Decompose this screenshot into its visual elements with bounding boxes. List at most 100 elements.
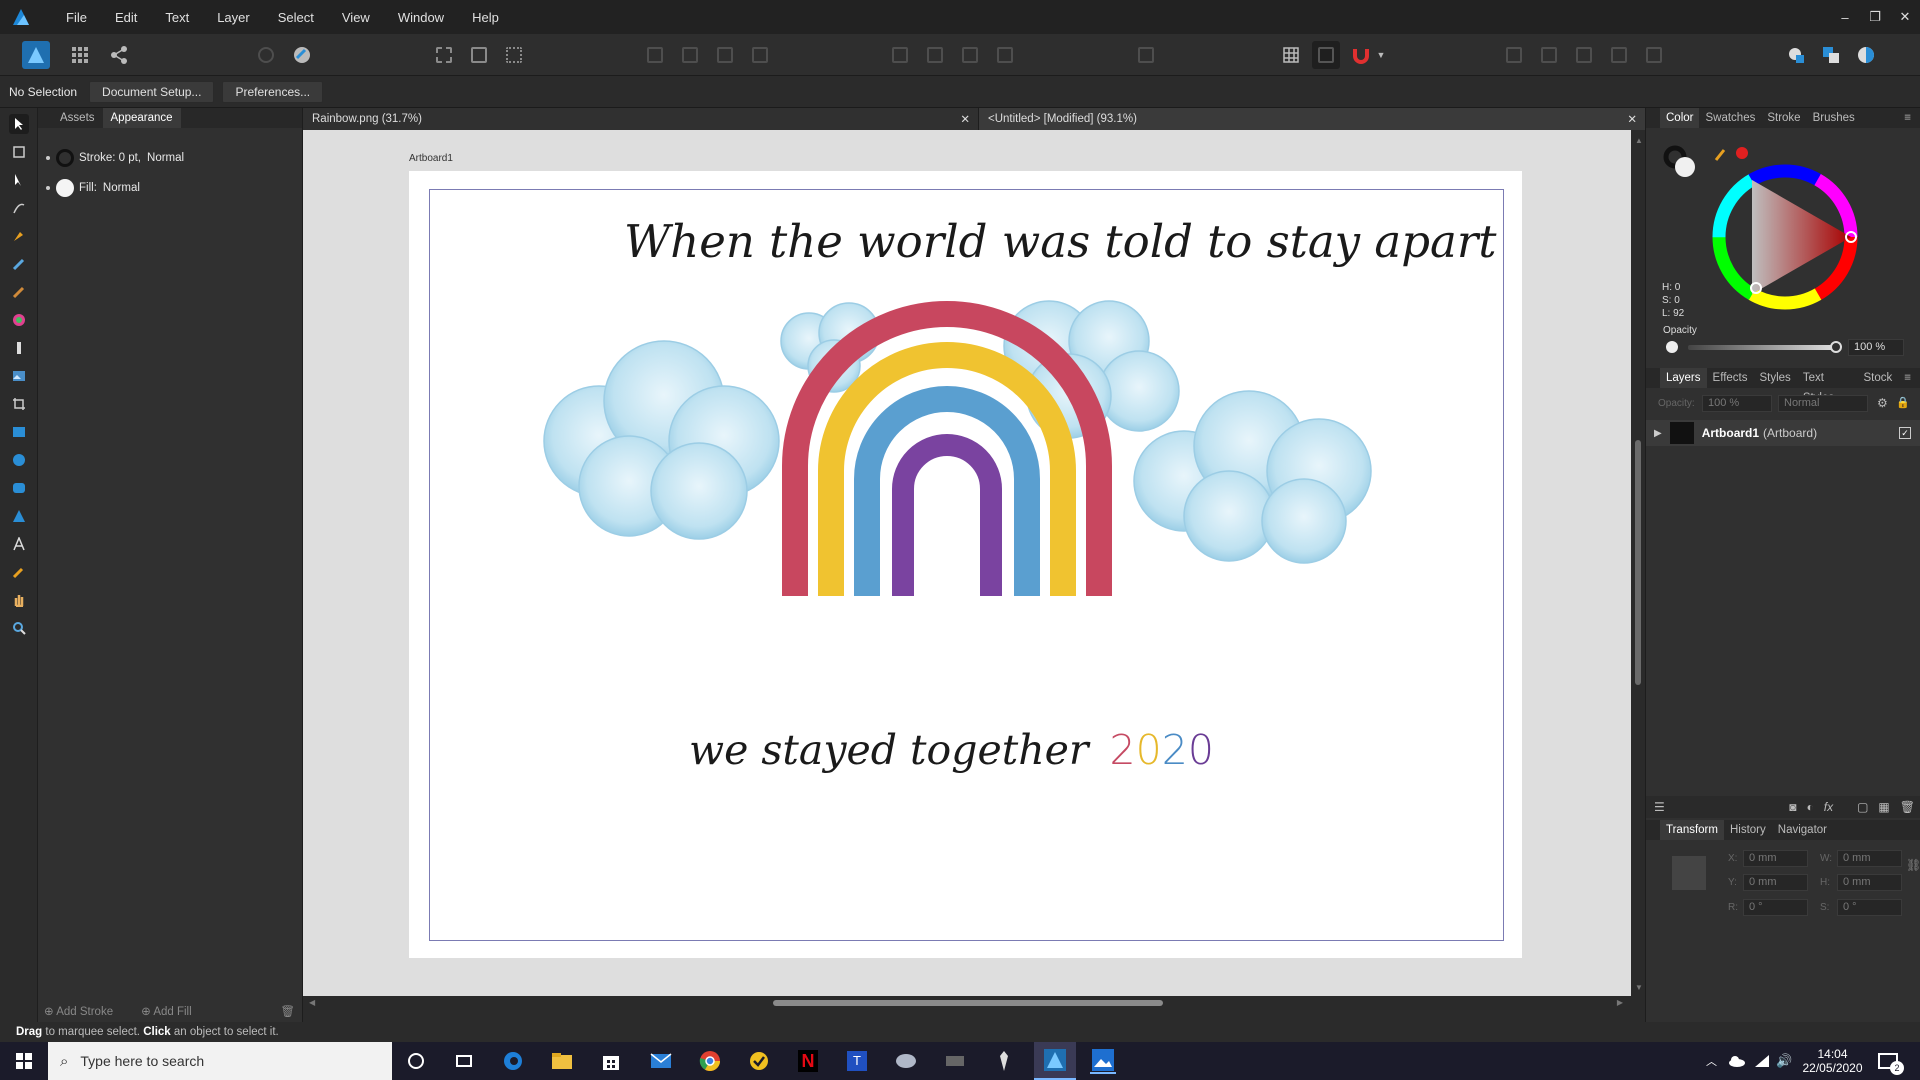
point-transform-tool-icon[interactable]	[9, 198, 29, 218]
ellipse-tool-icon[interactable]	[9, 450, 29, 470]
preferences-button[interactable]: Preferences...	[222, 81, 324, 103]
crop-tool-icon[interactable]	[9, 394, 29, 414]
layers-stack-icon[interactable]: ☰	[1654, 800, 1665, 814]
tab-text-styles[interactable]: Text Styles	[1797, 368, 1858, 404]
rotate-right-icon[interactable]	[991, 41, 1019, 69]
stroke-row[interactable]: Stroke: 0 pt, Normal	[46, 149, 184, 167]
boolean-intersect-icon[interactable]	[1570, 41, 1598, 69]
tab-stock[interactable]: Stock	[1858, 368, 1899, 388]
tab-assets[interactable]: Assets	[52, 112, 103, 124]
affinity-designer-logo-icon[interactable]	[6, 0, 36, 34]
menu-layer[interactable]: Layer	[203, 10, 264, 25]
anchor-selector-icon[interactable]	[1672, 856, 1706, 890]
scroll-down-icon[interactable]: ▼	[1635, 983, 1643, 992]
doc-tab-untitled[interactable]: <Untitled> [Modified] (93.1%) ✕	[978, 108, 1645, 130]
mail-icon[interactable]	[648, 1048, 674, 1074]
sync-icon[interactable]	[252, 41, 280, 69]
color-picker-icons[interactable]	[1714, 144, 1752, 162]
stroke-swatch[interactable]	[56, 149, 74, 167]
task-view-icon[interactable]	[451, 1048, 477, 1074]
assistant-icon[interactable]	[288, 41, 316, 69]
netflix-icon[interactable]: N	[795, 1048, 821, 1074]
onedrive-icon[interactable]	[1728, 1042, 1746, 1080]
lock-icon[interactable]: 🔒	[1896, 396, 1910, 409]
flip-vertical-icon[interactable]	[921, 41, 949, 69]
triangle-tool-icon[interactable]	[9, 506, 29, 526]
panel-menu-icon[interactable]: ≡	[1898, 368, 1917, 388]
y-field[interactable]: 0 mm	[1743, 874, 1808, 891]
opacity-input[interactable]: 100 %	[1848, 339, 1904, 356]
close-tab-icon[interactable]: ✕	[1627, 112, 1637, 126]
gear-icon[interactable]: ⚙	[1877, 396, 1888, 410]
layer-visibility-checkbox[interactable]: ✓	[1899, 427, 1911, 439]
scroll-right-icon[interactable]: ▶	[1617, 998, 1623, 1007]
x-field[interactable]: 0 mm	[1743, 850, 1808, 867]
place-image-tool-icon[interactable]	[9, 366, 29, 386]
vector-brush-tool-icon[interactable]	[9, 282, 29, 302]
adjustment-icon[interactable]: ◐	[1806, 800, 1813, 814]
flip-horizontal-icon[interactable]	[886, 41, 914, 69]
tab-color[interactable]: Color	[1660, 108, 1700, 128]
restore-button[interactable]: ❐	[1860, 9, 1890, 25]
start-button[interactable]	[0, 1042, 48, 1080]
close-window-button[interactable]: ✕	[1890, 9, 1920, 25]
arrange-front-icon[interactable]	[746, 41, 774, 69]
close-tab-icon[interactable]: ✕	[960, 112, 970, 126]
rectangle-tool-icon[interactable]	[9, 422, 29, 442]
tab-swatches[interactable]: Swatches	[1699, 108, 1761, 128]
group-icon[interactable]: ▦	[1878, 800, 1889, 814]
app-icon-pen[interactable]	[991, 1048, 1017, 1074]
add-stroke-button[interactable]: ⊕ Add Stroke	[44, 1004, 127, 1018]
vertical-scroll-thumb[interactable]	[1635, 440, 1641, 685]
minimize-button[interactable]: –	[1830, 10, 1860, 25]
opacity-slider[interactable]	[1688, 345, 1833, 350]
chrome-icon[interactable]	[697, 1048, 723, 1074]
boolean-xor-icon[interactable]	[1605, 41, 1633, 69]
force-pixel-alignment-icon[interactable]	[1312, 41, 1340, 69]
boolean-add-icon[interactable]	[1500, 41, 1528, 69]
norton-icon[interactable]	[746, 1048, 772, 1074]
insert-behind-icon[interactable]	[1817, 41, 1845, 69]
fill-swatch[interactable]	[56, 179, 74, 197]
artboard-tool-icon[interactable]	[9, 142, 29, 162]
menu-select[interactable]: Select	[264, 10, 328, 25]
affinity-designer-taskbar-icon[interactable]	[1034, 1042, 1076, 1080]
tab-stroke[interactable]: Stroke	[1761, 108, 1806, 128]
delete-layer-icon[interactable]: 🗑	[1900, 800, 1915, 814]
photos-taskbar-icon[interactable]	[1090, 1048, 1116, 1074]
rainbow-clouds-illustration[interactable]	[529, 291, 1409, 611]
doc-tab-rainbow[interactable]: Rainbow.png (31.7%) ✕	[303, 108, 978, 130]
menu-text[interactable]: Text	[151, 10, 203, 25]
arrange-back-icon[interactable]	[641, 41, 669, 69]
artboard[interactable]: When the world was told to stay apart we…	[409, 171, 1522, 958]
snap-selection-icon[interactable]	[430, 41, 458, 69]
fill-row[interactable]: Fill: Normal	[46, 179, 140, 197]
w-field[interactable]: 0 mm	[1837, 850, 1902, 867]
vertical-scrollbar[interactable]: ▲ ▼	[1631, 130, 1645, 996]
mask-icon[interactable]: ◙	[1789, 800, 1796, 814]
fx-icon[interactable]: fx	[1824, 800, 1833, 814]
shear-field[interactable]: 0 °	[1837, 899, 1902, 916]
zoom-tool-icon[interactable]	[9, 618, 29, 638]
tab-history[interactable]: History	[1724, 820, 1772, 840]
trash-icon[interactable]: 🗑	[280, 1004, 295, 1018]
add-layer-icon[interactable]: ▢	[1857, 800, 1868, 814]
transform-origin-icon[interactable]	[500, 41, 528, 69]
expand-triangle-icon[interactable]: ▶	[1654, 428, 1662, 439]
rotation-field[interactable]: 0 °	[1743, 899, 1808, 916]
volume-icon[interactable]: 🔊	[1776, 1042, 1792, 1080]
layer-blend-field[interactable]: Normal	[1778, 395, 1868, 412]
opacity-slider-handle[interactable]	[1830, 341, 1842, 353]
clock[interactable]: 14:04 22/05/2020	[1800, 1042, 1865, 1080]
rotate-left-icon[interactable]	[956, 41, 984, 69]
headline-text[interactable]: When the world was told to stay apart	[624, 215, 1496, 268]
menu-window[interactable]: Window	[384, 10, 458, 25]
taskbar-search-box[interactable]: ⌕ Type here to search	[48, 1042, 392, 1080]
wifi-icon[interactable]	[1754, 1042, 1770, 1080]
move-tool-icon[interactable]	[9, 114, 29, 134]
panel-menu-icon[interactable]: ≡	[1898, 108, 1917, 128]
snapping-magnet-icon[interactable]	[1347, 41, 1375, 69]
arrange-forward-icon[interactable]	[711, 41, 739, 69]
tab-layers[interactable]: Layers	[1660, 368, 1707, 388]
app-icon-gray[interactable]	[893, 1048, 919, 1074]
